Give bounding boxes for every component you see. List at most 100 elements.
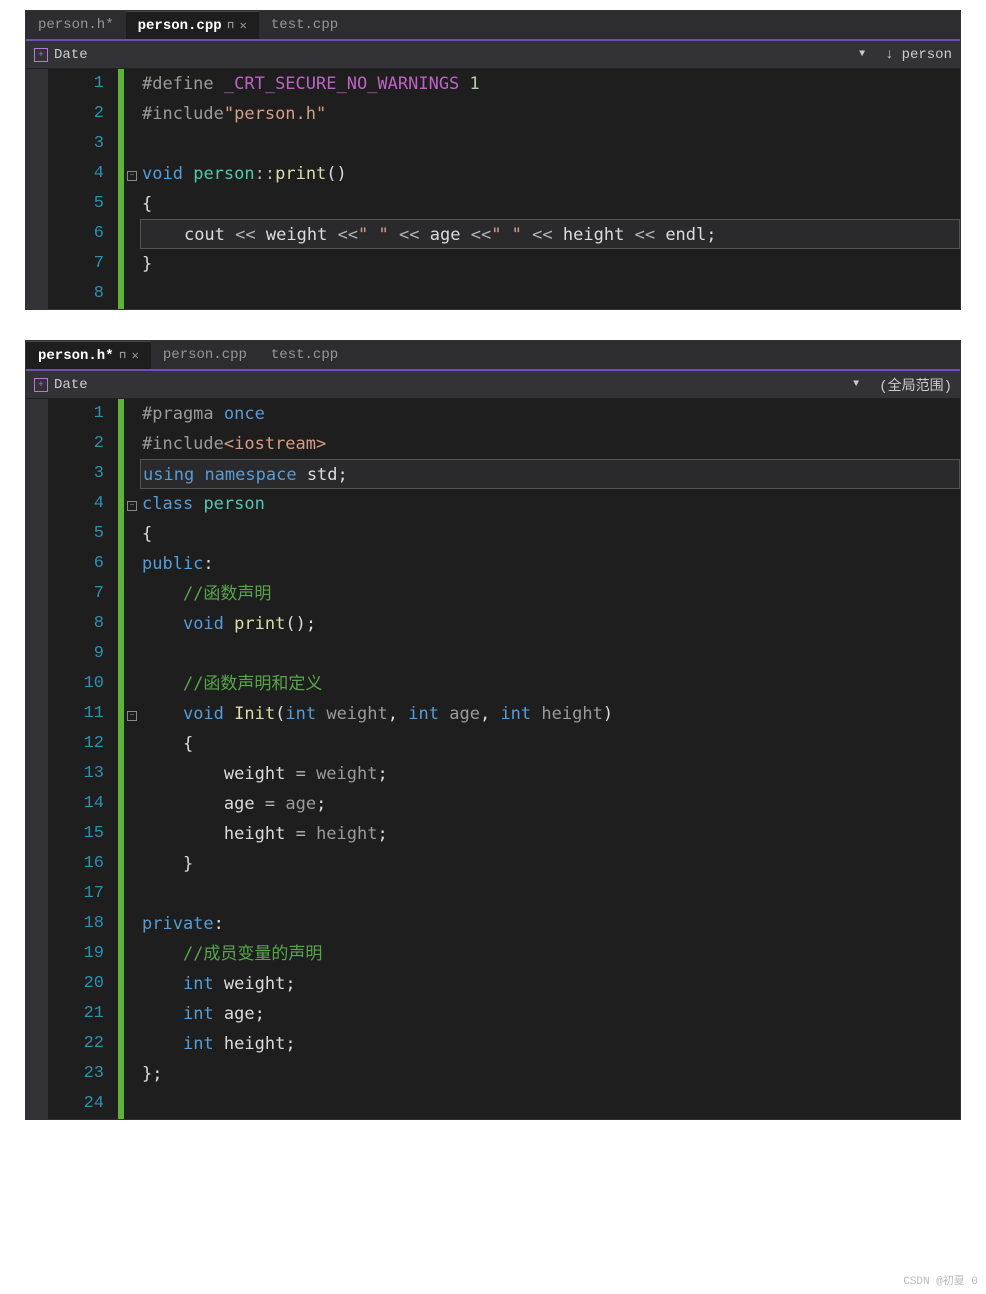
- code-line[interactable]: int age;: [140, 999, 960, 1029]
- code-line[interactable]: using namespace std;: [140, 459, 960, 489]
- line-number: 1: [48, 399, 104, 429]
- code-line[interactable]: }: [140, 849, 960, 879]
- line-number: 7: [48, 579, 104, 609]
- file-tab[interactable]: person.h* ⊓ ✕: [26, 341, 151, 369]
- chevron-down-icon[interactable]: ▼: [853, 379, 859, 390]
- file-tab[interactable]: person.h*: [26, 11, 126, 39]
- code-line[interactable]: [140, 1089, 960, 1119]
- code-line[interactable]: #pragma once: [140, 399, 960, 429]
- code-line[interactable]: void Init(int weight, int age, int heigh…: [140, 699, 960, 729]
- line-number: 20: [48, 969, 104, 999]
- pin-icon[interactable]: ⊓: [120, 350, 126, 362]
- code-line[interactable]: [140, 879, 960, 909]
- code-line[interactable]: }: [140, 249, 960, 279]
- line-number: 18: [48, 909, 104, 939]
- line-number: 6: [48, 219, 104, 249]
- code-line[interactable]: {: [140, 729, 960, 759]
- nav-bar: + Date ▼ ↓ person: [26, 41, 960, 69]
- chevron-down-icon[interactable]: ▼: [859, 49, 865, 60]
- close-icon[interactable]: ✕: [240, 18, 247, 33]
- code-line[interactable]: #include"person.h": [140, 99, 960, 129]
- margin-strip: [26, 399, 48, 1119]
- nav-bar: + Date ▼ (全局范围): [26, 371, 960, 399]
- file-tab[interactable]: person.cpp ⊓ ✕: [126, 11, 259, 39]
- code-line[interactable]: weight = weight;: [140, 759, 960, 789]
- scope-icon[interactable]: +: [34, 48, 48, 62]
- line-number: 16: [48, 849, 104, 879]
- fold-toggle-icon[interactable]: −: [127, 711, 137, 721]
- line-number: 3: [48, 129, 104, 159]
- fold-strip: −: [124, 69, 140, 309]
- scope-dropdown[interactable]: Date: [54, 377, 88, 393]
- editor-window-top: person.h* person.cpp ⊓ ✕ test.cpp + Date ▼ ↓…: [25, 10, 961, 310]
- fold-toggle-icon[interactable]: −: [127, 501, 137, 511]
- code-line[interactable]: //函数声明: [140, 579, 960, 609]
- code-line[interactable]: //函数声明和定义: [140, 669, 960, 699]
- line-gutter: 123456789101112131415161718192021222324: [48, 399, 118, 1119]
- code-line[interactable]: cout << weight <<" " << age <<" " << hei…: [140, 219, 960, 249]
- fold-toggle-icon[interactable]: −: [127, 171, 137, 181]
- close-icon[interactable]: ✕: [132, 348, 139, 363]
- member-dropdown[interactable]: person: [902, 47, 952, 63]
- line-number: 15: [48, 819, 104, 849]
- tab-label: test.cpp: [271, 347, 338, 363]
- file-tab[interactable]: test.cpp: [259, 11, 350, 39]
- member-dropdown[interactable]: (全局范围): [879, 375, 952, 395]
- code-lines[interactable]: #pragma once#include<iostream>using name…: [140, 399, 960, 1119]
- code-line[interactable]: public:: [140, 549, 960, 579]
- line-number: 4: [48, 489, 104, 519]
- line-number: 2: [48, 429, 104, 459]
- code-area[interactable]: 12345678 − #define _CRT_SECURE_NO_WARNIN…: [26, 69, 960, 309]
- pin-icon[interactable]: ⊓: [228, 20, 234, 32]
- line-number: 12: [48, 729, 104, 759]
- code-line[interactable]: #include<iostream>: [140, 429, 960, 459]
- code-line[interactable]: [140, 279, 960, 309]
- code-line[interactable]: class person: [140, 489, 960, 519]
- line-number: 4: [48, 159, 104, 189]
- margin-strip: [26, 69, 48, 309]
- code-line[interactable]: #define _CRT_SECURE_NO_WARNINGS 1: [140, 69, 960, 99]
- line-number: 13: [48, 759, 104, 789]
- watermark: CSDN @初夏 0: [903, 1272, 978, 1288]
- line-number: 9: [48, 639, 104, 669]
- code-line[interactable]: height = height;: [140, 819, 960, 849]
- file-tab[interactable]: test.cpp: [259, 341, 350, 369]
- tab-label: person.h*: [38, 17, 114, 33]
- code-line[interactable]: age = age;: [140, 789, 960, 819]
- line-number: 17: [48, 879, 104, 909]
- line-number: 19: [48, 939, 104, 969]
- scope-dropdown[interactable]: Date: [54, 47, 88, 63]
- code-line[interactable]: };: [140, 1059, 960, 1089]
- code-line[interactable]: {: [140, 189, 960, 219]
- arrow-down-icon: ↓: [885, 47, 893, 63]
- tab-label: person.cpp: [138, 18, 222, 34]
- code-line[interactable]: void print();: [140, 609, 960, 639]
- line-number: 2: [48, 99, 104, 129]
- line-number: 1: [48, 69, 104, 99]
- code-line[interactable]: void person::print(): [140, 159, 960, 189]
- tab-bar: person.h* person.cpp ⊓ ✕ test.cpp: [26, 11, 960, 41]
- line-gutter: 12345678: [48, 69, 118, 309]
- code-line[interactable]: int height;: [140, 1029, 960, 1059]
- line-number: 10: [48, 669, 104, 699]
- tab-bar: person.h* ⊓ ✕ person.cpp test.cpp: [26, 341, 960, 371]
- code-line[interactable]: [140, 129, 960, 159]
- code-line[interactable]: private:: [140, 909, 960, 939]
- code-line[interactable]: //成员变量的声明: [140, 939, 960, 969]
- code-area[interactable]: 123456789101112131415161718192021222324 …: [26, 399, 960, 1119]
- line-number: 21: [48, 999, 104, 1029]
- line-number: 24: [48, 1089, 104, 1119]
- scope-icon[interactable]: +: [34, 378, 48, 392]
- tab-label: person.h*: [38, 348, 114, 364]
- code-line[interactable]: {: [140, 519, 960, 549]
- editor-window-bottom: person.h* ⊓ ✕ person.cpp test.cpp + Date ▼ (…: [25, 340, 961, 1120]
- code-line[interactable]: int weight;: [140, 969, 960, 999]
- code-line[interactable]: [140, 639, 960, 669]
- line-number: 6: [48, 549, 104, 579]
- file-tab[interactable]: person.cpp: [151, 341, 259, 369]
- fold-strip: −−: [124, 399, 140, 1119]
- line-number: 11: [48, 699, 104, 729]
- line-number: 5: [48, 519, 104, 549]
- line-number: 14: [48, 789, 104, 819]
- code-lines[interactable]: #define _CRT_SECURE_NO_WARNINGS 1#includ…: [140, 69, 960, 309]
